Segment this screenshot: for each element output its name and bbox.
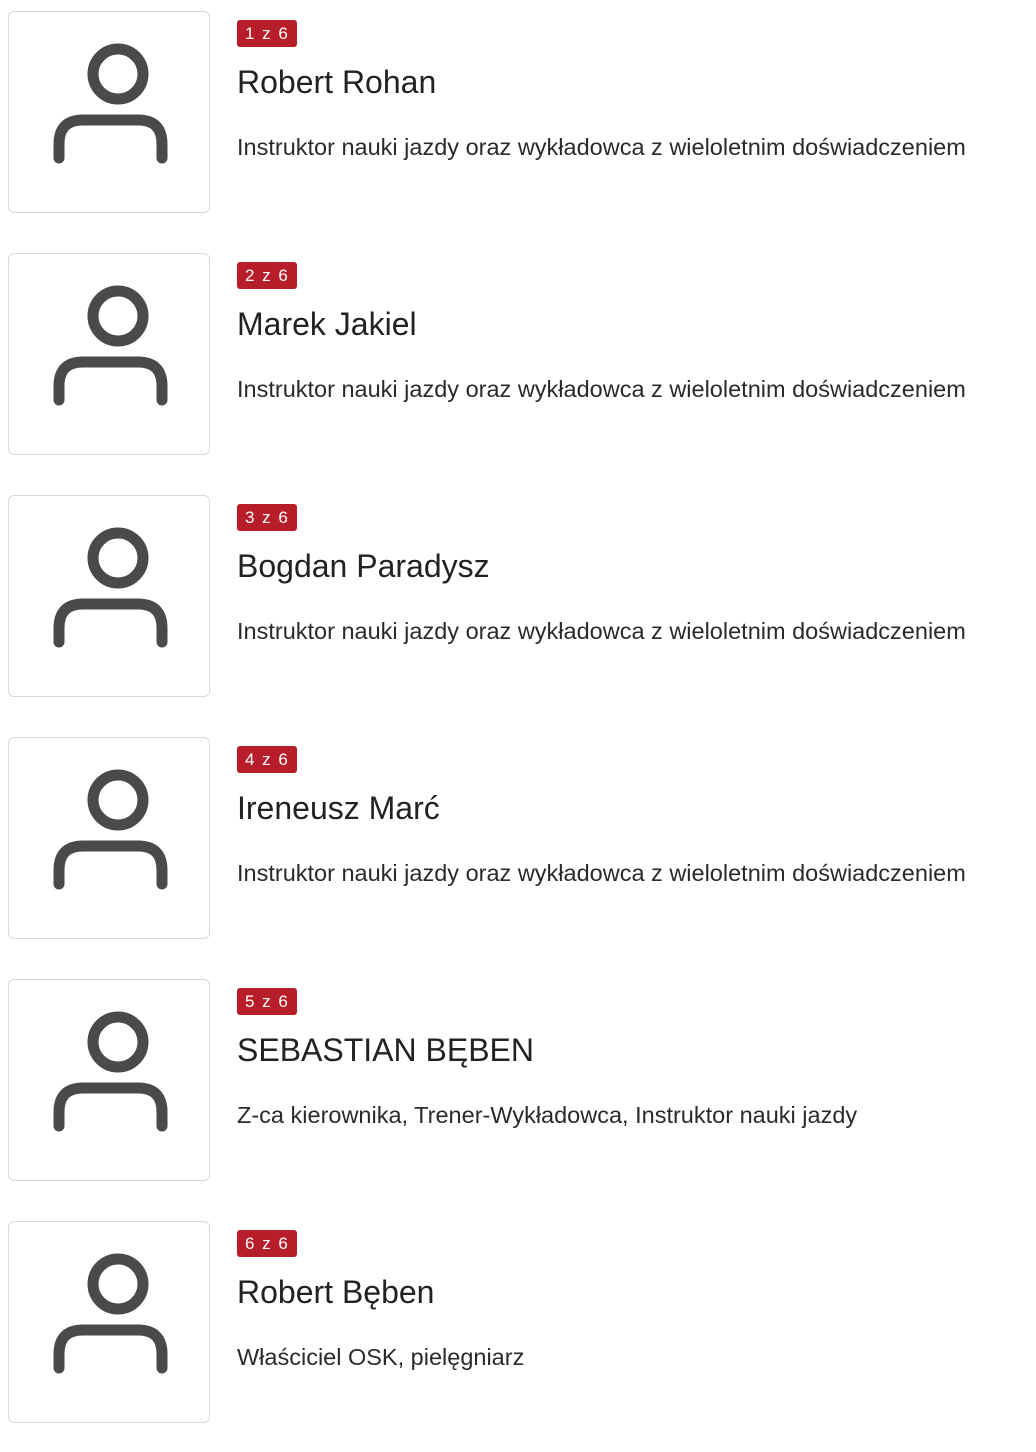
instructor-name: Bogdan Paradysz <box>237 548 490 584</box>
user-icon <box>53 43 168 164</box>
user-icon <box>53 769 168 890</box>
user-icon <box>53 1253 168 1374</box>
instructor-card: 5 z 6 SEBASTIAN BĘBEN Z-ca kierownika, T… <box>0 968 1036 1210</box>
instructor-name: Robert Rohan <box>237 64 437 100</box>
user-icon <box>53 527 168 648</box>
avatar <box>8 11 210 213</box>
instructor-name: Robert Bęben <box>237 1274 435 1310</box>
instructor-description: Właściciel OSK, pielęgniarz <box>237 1344 525 1370</box>
instructor-description: Instruktor nauki jazdy oraz wykładowca z… <box>237 860 966 886</box>
user-icon <box>53 1011 168 1132</box>
avatar <box>8 1221 210 1423</box>
instructor-card: 4 z 6 Ireneusz Marć Instruktor nauki jaz… <box>0 726 1036 968</box>
counter-badge: 1 z 6 <box>237 20 298 47</box>
avatar <box>8 737 210 939</box>
instructor-description: Z-ca kierownika, Trener-Wykładowca, Inst… <box>237 1102 858 1128</box>
instructor-name: Ireneusz Marć <box>237 790 440 826</box>
avatar <box>8 979 210 1181</box>
avatar <box>8 253 210 455</box>
instructor-description: Instruktor nauki jazdy oraz wykładowca z… <box>237 376 966 402</box>
counter-badge: 6 z 6 <box>237 1230 298 1257</box>
instructor-description: Instruktor nauki jazdy oraz wykładowca z… <box>237 618 966 644</box>
instructor-card: 3 z 6 Bogdan Paradysz Instruktor nauki j… <box>0 484 1036 726</box>
instructor-card: 1 z 6 Robert Rohan Instruktor nauki jazd… <box>0 0 1036 242</box>
counter-badge: 4 z 6 <box>237 746 298 773</box>
instructor-name: Marek Jakiel <box>237 306 417 342</box>
counter-badge: 3 z 6 <box>237 504 298 531</box>
counter-badge: 2 z 6 <box>237 262 298 289</box>
instructor-card: 2 z 6 Marek Jakiel Instruktor nauki jazd… <box>0 242 1036 484</box>
instructor-description: Instruktor nauki jazdy oraz wykładowca z… <box>237 134 966 160</box>
avatar <box>8 495 210 697</box>
counter-badge: 5 z 6 <box>237 988 298 1015</box>
user-icon <box>53 285 168 406</box>
instructor-name: SEBASTIAN BĘBEN <box>237 1032 534 1068</box>
